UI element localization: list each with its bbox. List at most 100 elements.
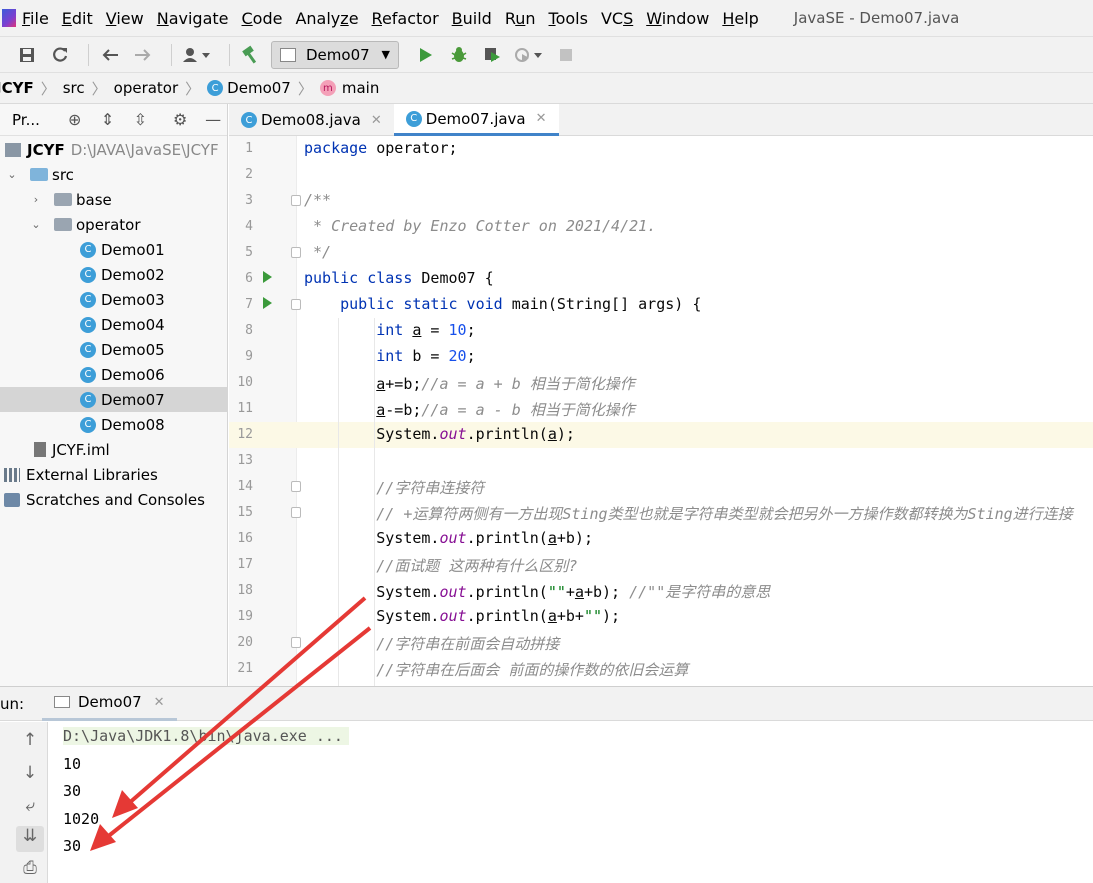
save-icon[interactable] [14,42,40,68]
close-icon[interactable]: ✕ [536,111,547,126]
project-panel-header: Pr... ⊕ ⇕ ⇳ ⚙ — [0,104,227,136]
gear-icon[interactable]: ⚙ [166,110,194,129]
fold-marker-icon[interactable] [291,637,301,648]
tab-run-demo07[interactable]: Demo07 ✕ [42,687,177,721]
user-dropdown-icon[interactable] [180,42,214,68]
print-icon[interactable]: ⎙ [16,858,44,883]
profile-icon[interactable] [512,42,546,68]
breadcrumb-method[interactable]: m main [319,79,379,97]
indent-guide [338,318,339,686]
tree-item-iml[interactable]: JCYF.iml [0,437,228,462]
run-panel-header: un: Demo07 ✕ [0,687,1093,721]
breadcrumb-src[interactable]: src 〉 [63,78,114,99]
run-gutter-icon[interactable] [263,271,272,283]
fold-marker-icon[interactable] [291,299,301,310]
tree-item-class[interactable]: C Demo01 [0,237,228,262]
code-line: 7 public static void main(String[] args)… [245,295,702,313]
class-icon: C [405,110,422,127]
chevron-down-icon[interactable]: ⌄ [4,168,20,181]
breadcrumb-class[interactable]: C Demo07 〉 [207,78,320,99]
expand-all-icon[interactable]: ⇕ [94,110,122,129]
fold-marker-icon[interactable] [291,481,301,492]
up-arrow-icon[interactable]: ↑ [16,730,44,756]
chevron-right-icon[interactable]: › [28,193,44,206]
application-icon [280,47,296,62]
menu-navigate[interactable]: Navigate [157,9,229,28]
run-with-coverage-icon[interactable] [479,42,505,68]
class-icon: C [80,416,96,433]
run-gutter-icon[interactable] [263,297,272,309]
menu-code[interactable]: Code [242,9,283,28]
breadcrumb: JCYF〉 src〉 operator〉 CDemo07〉 mmain [0,72,1093,104]
class-icon: C [80,366,96,383]
menu-refactor[interactable]: Refactor [372,9,439,28]
tree-item-class[interactable]: C Demo03 [0,287,228,312]
down-arrow-icon[interactable]: ↓ [16,763,44,789]
build-hammer-icon[interactable] [238,42,264,68]
code-editor[interactable]: 1 package operator; 2 3/** 4 * Created by… [229,136,1093,686]
project-view-selector[interactable]: Pr... [0,111,56,129]
code-line: 14 //字符串连接符 [237,479,485,497]
code-line: 8 int a = 10; [245,321,476,339]
back-arrow-icon[interactable] [97,42,123,68]
stop-icon[interactable] [553,42,579,68]
code-line: 21 //字符串在后面会 前面的操作数的依旧会运算 [237,661,689,679]
menu-build[interactable]: Build [452,9,492,28]
close-icon[interactable]: ✕ [371,113,382,128]
class-icon: C [80,266,96,283]
menu-vcs[interactable]: VCS [601,9,633,28]
menu-edit[interactable]: Edit [62,9,93,28]
tree-item-operator[interactable]: ⌄ operator [0,212,228,237]
tree-item-external-libraries[interactable]: External Libraries [0,462,228,487]
menu-help[interactable]: Help [722,9,758,28]
run-configuration-select[interactable]: Demo07 ▼ [271,40,399,69]
code-line: 13 [237,453,253,468]
console-command: D:\Java\JDK1.8\bin\java.exe ... [63,727,349,745]
fold-marker-icon[interactable] [291,247,301,258]
sync-icon[interactable] [47,42,73,68]
tree-item-src[interactable]: ⌄ src [0,162,228,187]
tree-item-class[interactable]: C Demo06 [0,362,228,387]
tree-item-class[interactable]: C Demo05 [0,337,228,362]
class-icon: C [80,291,96,308]
tree-item-class-selected[interactable]: C Demo07 [0,387,228,412]
tree-item-scratches[interactable]: Scratches and Consoles [0,487,228,512]
breadcrumb-operator[interactable]: operator 〉 [114,78,208,99]
scroll-to-end-icon[interactable]: ⇊ [16,826,44,852]
soft-wrap-icon[interactable]: ⤶ [16,796,44,822]
collapse-all-icon[interactable]: ⇳ [126,110,154,129]
tree-item-class[interactable]: C Demo02 [0,262,228,287]
fold-marker-icon[interactable] [291,507,301,518]
class-icon: C [241,112,257,128]
forward-arrow-icon[interactable] [130,42,156,68]
code-line: 2 [245,167,253,182]
class-icon: C [80,341,96,358]
minimize-icon[interactable]: — [199,110,227,129]
tree-item-class[interactable]: C Demo08 [0,412,228,437]
code-line: 16 System.out.println(a+b); [237,529,593,547]
menu-tools[interactable]: Tools [549,9,588,28]
tree-item-project-root[interactable]: JCYF D:\JAVA\JavaSE\JCYF [0,137,228,162]
application-icon [54,696,70,708]
console-output[interactable]: D:\Java\JDK1.8\bin\java.exe ... 10 30 10… [48,722,1093,883]
tab-demo07[interactable]: C Demo07.java ✕ [393,104,559,136]
code-line: 5 */ [245,243,332,261]
chevron-down-icon[interactable]: ⌄ [28,218,44,231]
close-icon[interactable]: ✕ [154,695,165,710]
fold-marker-icon[interactable] [291,195,301,206]
locate-target-icon[interactable]: ⊕ [61,110,89,129]
menu-file[interactable]: File [22,9,49,28]
tree-item-class[interactable]: C Demo04 [0,312,228,337]
menu-window[interactable]: Window [646,9,709,28]
tree-item-base[interactable]: › base [0,187,228,212]
debug-bug-icon[interactable] [446,42,472,68]
run-configuration-label: Demo07 [306,45,370,64]
breadcrumb-project[interactable]: JCYF〉 [0,78,63,99]
menu-analyze[interactable]: Analyze [295,9,358,28]
toolbar-divider [88,43,89,66]
menu-run[interactable]: Run [505,9,536,28]
tab-demo08[interactable]: C Demo08.java ✕ [229,104,394,136]
run-icon[interactable] [413,42,439,68]
menu-view[interactable]: View [106,9,144,28]
code-line: 4 * Created by Enzo Cotter on 2021/4/21. [245,217,657,235]
